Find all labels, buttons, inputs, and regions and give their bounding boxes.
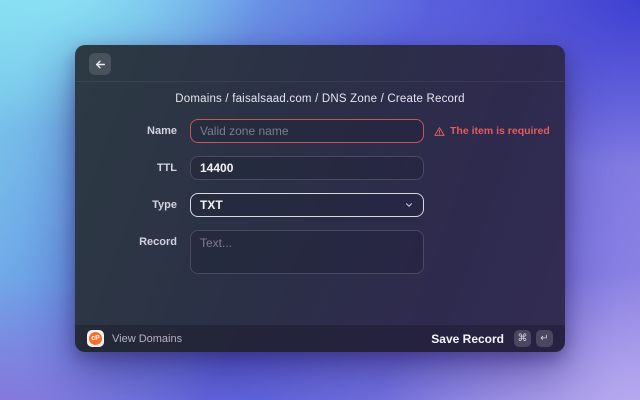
dialog-header [75,45,565,82]
name-field-label: Name [147,125,177,137]
name-field-row: Name The item is required [75,119,565,143]
desktop-background: { "breadcrumb": { "text": "Domains / fai… [0,0,640,400]
cpanel-logo-icon: cP [87,330,104,347]
record-textarea[interactable] [190,230,424,274]
create-record-dialog: Domains / faisalsaad.com / DNS Zone / Cr… [75,45,565,352]
view-domains-button[interactable]: cP View Domains [87,330,182,347]
return-key-icon: ↵ [536,330,553,347]
name-input[interactable] [190,119,424,143]
type-field-row: Type TXT [75,193,565,217]
type-field-label: Type [152,199,177,211]
back-button[interactable] [89,53,111,75]
view-domains-label: View Domains [112,332,183,345]
ttl-field-label: TTL [156,162,177,174]
record-field-row: Record [75,230,565,274]
breadcrumb: Domains / faisalsaad.com / DNS Zone / Cr… [175,93,465,105]
save-record-label: Save Record [431,331,504,346]
ttl-input[interactable] [190,156,424,180]
error-text: The item is required [450,125,550,137]
ttl-field-row: TTL [75,156,565,180]
record-field-label: Record [139,236,177,248]
warning-triangle-icon [434,126,445,137]
arrow-left-icon [94,58,107,71]
command-key-icon: ⌘ [514,330,531,347]
dialog-footer: cP View Domains Save Record ⌘ ↵ [75,324,565,352]
type-select-value: TXT [200,197,223,212]
type-select[interactable]: TXT [190,193,424,217]
save-record-button[interactable]: Save Record ⌘ ↵ [431,330,553,347]
dialog-body: Domains / faisalsaad.com / DNS Zone / Cr… [75,82,565,324]
name-field-error: The item is required [434,119,550,143]
chevron-down-icon [404,200,414,210]
